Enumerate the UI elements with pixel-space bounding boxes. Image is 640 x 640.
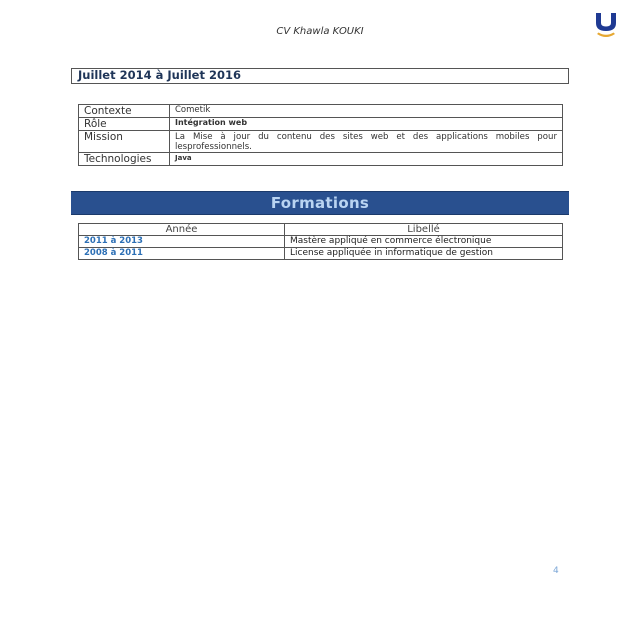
- table-row: Contexte Cometik: [78, 104, 563, 118]
- year-column-header: Année: [78, 223, 285, 236]
- technologies-value: Java: [169, 152, 563, 166]
- table-row: 2008 à 2011 License appliquée in informa…: [78, 247, 563, 260]
- formations-table: Année Libellé 2011 à 2013 Mastère appliq…: [78, 223, 563, 260]
- context-value: Cometik: [169, 104, 563, 118]
- header-title: CV Khawla KOUKI: [276, 26, 364, 37]
- table-row: Mission La Mise à jour du contenu des si…: [78, 130, 563, 153]
- formation-label: Mastère appliqué en commerce électroniqu…: [284, 235, 563, 248]
- table-row: 2011 à 2013 Mastère appliqué en commerce…: [78, 235, 563, 248]
- experience-period: Juillet 2014 à Juillet 2016: [78, 68, 241, 82]
- experience-period-box: Juillet 2014 à Juillet 2016: [71, 68, 569, 84]
- company-logo-icon: [596, 13, 616, 37]
- formation-year: 2008 à 2011: [78, 247, 285, 260]
- role-label: Rôle: [78, 117, 170, 131]
- table-header-row: Année Libellé: [78, 223, 563, 236]
- technologies-label: Technologies: [78, 152, 170, 166]
- formation-label: License appliquée in informatique de ges…: [284, 247, 563, 260]
- formation-year: 2011 à 2013: [78, 235, 285, 248]
- mission-label: Mission: [78, 130, 170, 153]
- table-row: Rôle Intégration web: [78, 117, 563, 131]
- table-row: Technologies Java: [78, 152, 563, 166]
- formations-title: Formations: [270, 194, 370, 212]
- context-label: Contexte: [78, 104, 170, 118]
- role-value: Intégration web: [169, 117, 563, 131]
- mission-value: La Mise à jour du contenu des sites web …: [169, 130, 563, 153]
- page-number: 4: [553, 566, 559, 576]
- experience-details-table: Contexte Cometik Rôle Intégration web Mi…: [78, 104, 563, 166]
- label-column-header: Libellé: [284, 223, 563, 236]
- formations-section-header: Formations: [71, 191, 569, 215]
